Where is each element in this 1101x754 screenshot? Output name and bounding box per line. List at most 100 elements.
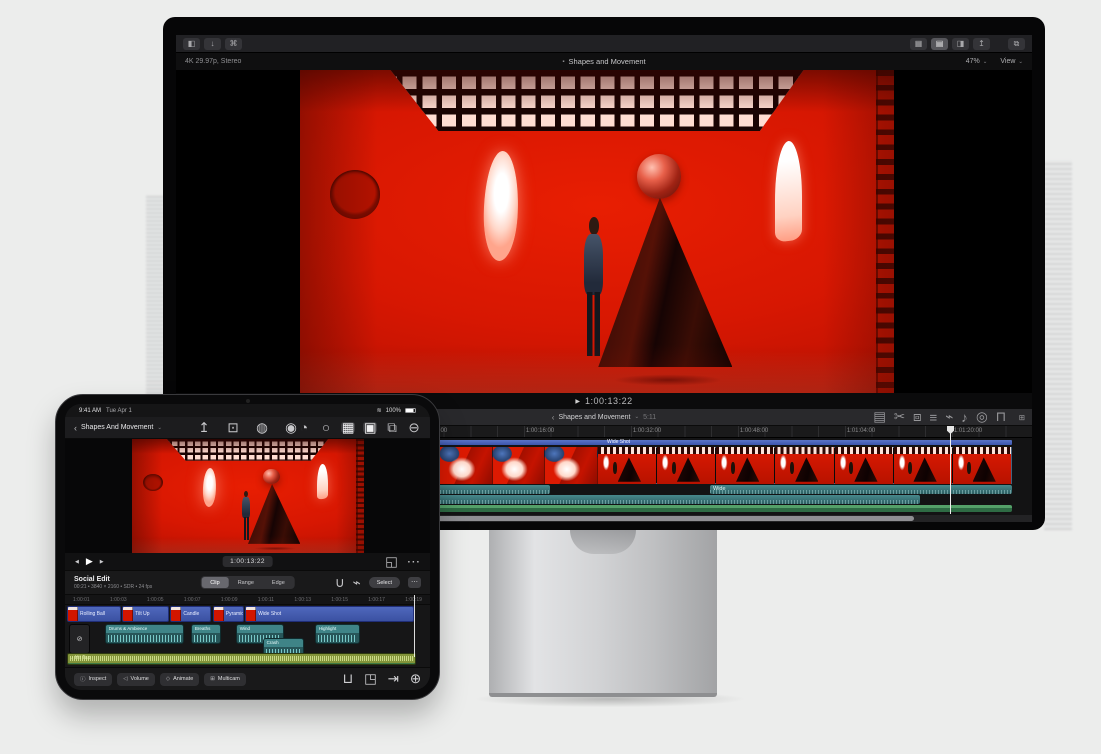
fcp-toolbar: ◧ ↓ ⌘ ▦ ▤ ◨ ↥ ⧉ (176, 35, 1032, 53)
music-track[interactable]: ♪ Hit Tap (67, 653, 416, 665)
audio-clip[interactable]: Wide (710, 485, 1012, 494)
video-thumbnail[interactable] (775, 447, 834, 484)
timecode-display: 1:00:13:22 (585, 396, 633, 406)
ruler-label: 1:00:09 (221, 597, 238, 603)
viewer-zoom-menu[interactable]: 47% ⌄ (966, 58, 988, 65)
inspect-button[interactable]: ⓘ Inspect (74, 673, 112, 686)
ruler-label: 1:00:05 (147, 597, 164, 603)
chevron-down-icon: ⌄ (1018, 59, 1023, 65)
sidebar-toggle-icon[interactable]: ◧ (183, 38, 200, 50)
fit-to-window-icon[interactable]: ◱ (385, 554, 398, 570)
back-chevron-icon[interactable]: ‹ (552, 413, 555, 422)
ruler-label: 1:00:32:00 (633, 428, 661, 434)
video-thumbnail[interactable] (598, 447, 657, 484)
zoom-out-icon[interactable]: ⊖ (407, 422, 421, 433)
video-thumbnail[interactable] (953, 447, 1012, 484)
mode-button[interactable]: Range (229, 577, 263, 588)
edit-mode-segmented-control: ClipRangeEdge (200, 576, 295, 589)
render-status-icon[interactable]: ◔ (297, 422, 311, 433)
more-icon[interactable]: ⋯ (408, 577, 421, 588)
viewer-info-bar: 4K 29.97p, Stereo ▪ Shapes and Movement … (176, 53, 1032, 70)
record-icon[interactable]: ◉ (284, 422, 298, 433)
timeline-options-icon[interactable]: ⊞ (1019, 413, 1025, 422)
trim-icon[interactable]: ⧈ (913, 409, 921, 425)
clip-thumbnail (246, 607, 256, 621)
picture-in-picture-icon[interactable]: ◳ (364, 671, 377, 687)
progress-circle-icon[interactable]: ○ (319, 422, 333, 433)
arch-window (775, 139, 802, 242)
append-icon[interactable]: ⊕ (410, 671, 421, 687)
reflection-strip-right (1044, 160, 1072, 530)
skimming-icon[interactable]: ⌁ (353, 575, 361, 591)
snapping-icon[interactable]: ∪ (335, 575, 345, 591)
timeline-clip[interactable]: Tilt Up (122, 606, 169, 622)
playhead[interactable] (950, 426, 951, 514)
playhead[interactable] (414, 595, 415, 657)
skimming-icon[interactable]: ⌁ (945, 409, 953, 425)
audio-clip[interactable]: Drums & Ambience (105, 624, 184, 644)
wifi-icon: ≋ (377, 407, 382, 414)
desk-scene: ◧ ↓ ⌘ ▦ ▤ ◨ ↥ ⧉ 4K 29.97p, Stereo ▪ Shapes an… (0, 0, 1101, 754)
front-camera (246, 399, 250, 403)
ipad-timeline-header: Social Edit 00:21 • 3840 × 2160 • SDR • … (65, 571, 430, 595)
video-thumbnail[interactable] (835, 447, 894, 484)
back-chevron-icon[interactable]: ‹ (74, 423, 77, 433)
play-icon[interactable]: ▶ (575, 398, 580, 405)
import-icon[interactable]: ↥ (197, 422, 211, 433)
share-icon[interactable]: ↥ (973, 38, 990, 50)
next-frame-icon[interactable]: ▶ (100, 559, 104, 565)
previous-frame-icon[interactable]: ◀ (75, 559, 79, 565)
browser-icons: ◔ ○ ▦ ▣ ⧉ ⊖ (297, 422, 421, 433)
more-icon[interactable]: ⋯ (407, 554, 420, 570)
delete-icon[interactable]: ⊔ (343, 671, 353, 687)
video-thumbnail[interactable] (545, 447, 598, 484)
viewer-view-menu[interactable]: View ⌄ (1000, 58, 1023, 65)
video-thumbnail[interactable] (716, 447, 775, 484)
clip-appearance-icon[interactable]: ≡ (929, 410, 937, 425)
keyword-editor-icon[interactable]: ⌘ (225, 38, 242, 50)
media-browser-icon[interactable]: ▣ (363, 422, 377, 433)
viewer-canvas (176, 70, 1032, 393)
index-icon[interactable]: ▤ (873, 409, 886, 425)
video-thumbnail[interactable] (894, 447, 953, 484)
viewer-options-icon[interactable]: ▦ (341, 422, 355, 433)
black-pyramid (598, 198, 732, 368)
project-title: Shapes And Movement (81, 424, 153, 431)
insert-icon[interactable]: ⇥ (388, 671, 399, 687)
timeline-duration: 5:11 (643, 414, 656, 421)
audio-clip[interactable]: Highlight (315, 624, 360, 644)
timeline-clip[interactable]: Candle (170, 606, 211, 622)
waveform (108, 635, 181, 642)
multicam-button[interactable]: ⊞ Multicam (204, 673, 246, 686)
timeline-clip[interactable]: Pyramid (213, 606, 244, 622)
solo-icon[interactable]: ◎ (976, 409, 988, 425)
camera-icon[interactable]: ⊡ (226, 422, 240, 433)
audio-skimming-icon[interactable]: ♪ (961, 410, 968, 425)
snapping-icon[interactable]: ⊓ (996, 409, 1006, 425)
browser-view-icon[interactable]: ▦ (910, 38, 927, 50)
play-icon[interactable]: ▶ (86, 556, 93, 567)
effects-browser-icon[interactable]: ⧉ (385, 422, 399, 433)
window-layout-icon[interactable]: ⧉ (1008, 38, 1025, 50)
import-media-icon[interactable]: ↓ (204, 38, 221, 50)
ipad-timeline-ruler[interactable]: 1:00:011:00:031:00:051:00:071:00:091:00:… (65, 595, 430, 605)
list-view-icon[interactable]: ▤ (931, 38, 948, 50)
mode-button[interactable]: Clip (201, 577, 228, 588)
stand-notch (570, 530, 636, 554)
inspector-icon[interactable]: ◨ (952, 38, 969, 50)
video-thumbnail[interactable] (657, 447, 716, 484)
project-menu[interactable]: ‹ Shapes And Movement ⌄ (74, 423, 162, 433)
select-button[interactable]: Select (369, 577, 400, 588)
video-thumbnail[interactable] (493, 447, 546, 484)
timeline-clip[interactable]: Wide Shot (245, 606, 414, 622)
tools-icon[interactable]: ✂ (894, 409, 905, 425)
timeline-project-title[interactable]: Shapes and Movement (558, 414, 630, 421)
volume-button[interactable]: ◁ Volume (117, 673, 155, 686)
project-badge-icon: ▪ (562, 59, 564, 65)
mode-button[interactable]: Edge (263, 577, 294, 588)
microphone-icon[interactable]: ◍ (255, 422, 269, 433)
animate-button[interactable]: ◇ Animate (160, 673, 199, 686)
audio-clip[interactable]: Breaths (191, 624, 222, 644)
viewer-project-title: Shapes and Movement (569, 57, 646, 66)
timeline-clip[interactable]: Rolling Ball (67, 606, 121, 622)
